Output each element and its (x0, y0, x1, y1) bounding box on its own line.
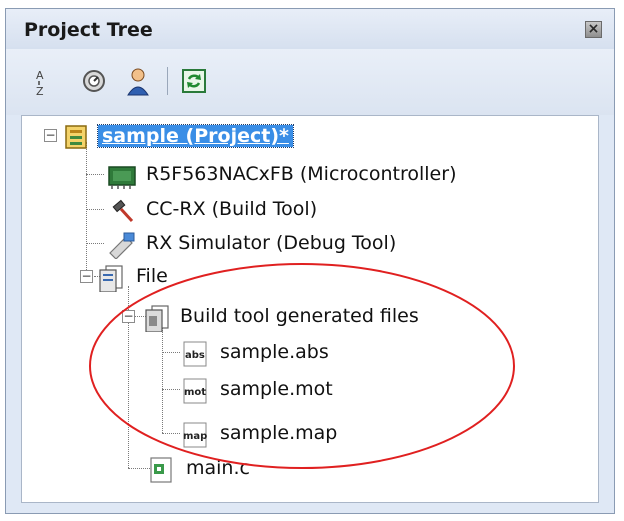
mot-file-icon: mot (183, 378, 207, 404)
tree-node-label: Build tool generated files (180, 305, 419, 327)
tree-node-sample-map[interactable]: map sample.map (180, 419, 400, 449)
map-file-icon: map (183, 422, 207, 448)
project-tree-panel: Project Tree × A Z − − − sample (Project… (5, 8, 615, 514)
file-collapse-toggle[interactable]: − (80, 270, 93, 283)
tree-node-label: File (136, 265, 168, 287)
tree-node-sample-abs[interactable]: abs sample.abs (180, 338, 400, 368)
panel-title: Project Tree (24, 19, 153, 41)
user-button[interactable] (122, 65, 154, 97)
project-icon (65, 125, 87, 149)
tree-connector (86, 243, 104, 244)
tree-node-sample-mot[interactable]: mot sample.mot (180, 375, 400, 405)
tree-connector (162, 433, 180, 434)
tree-connector (162, 389, 180, 390)
tree-node-build-tool[interactable]: CC-RX (Build Tool) (106, 195, 406, 225)
tree-node-label: sample.map (220, 422, 338, 444)
close-button[interactable]: × (585, 21, 602, 38)
mot-icon-text: mot (184, 387, 206, 398)
refresh-icon (182, 69, 206, 93)
project-collapse-toggle[interactable]: − (44, 129, 57, 142)
panel-titlebar: Project Tree × (6, 9, 614, 49)
hammer-icon (112, 199, 134, 223)
tree-node-label: sample.abs (220, 341, 329, 363)
tree-node-main-c[interactable]: main.c (146, 454, 326, 484)
tree-node-generated-files[interactable]: Build tool generated files (140, 302, 500, 332)
abs-icon-text: abs (185, 350, 205, 361)
refresh-button[interactable] (178, 65, 210, 97)
map-icon-text: map (183, 431, 207, 442)
tree-node-project[interactable]: sample (Project)* (62, 122, 382, 152)
tree-connector (162, 328, 163, 433)
property-icon (83, 70, 105, 92)
tree-node-label: RX Simulator (Debug Tool) (146, 232, 397, 254)
abs-file-icon: abs (183, 341, 207, 367)
user-icon (127, 68, 149, 96)
sort-icon: A Z (36, 69, 44, 98)
debug-tool-icon (109, 232, 135, 259)
svg-text:A: A (36, 69, 44, 82)
sort-button[interactable]: A Z (26, 65, 58, 98)
toolbar-separator (167, 67, 168, 95)
tree-connector (86, 174, 104, 175)
tree-node-label: CC-RX (Build Tool) (146, 198, 318, 220)
tree-connector (162, 352, 180, 353)
tree-connector (86, 209, 104, 210)
file-folder-icon (99, 265, 123, 292)
tree-node-label: sample (Project)* (97, 124, 294, 148)
tree-node-label: main.c (186, 457, 250, 479)
tree-node-label: R5F563NACxFB (Microcontroller) (146, 163, 457, 185)
c-source-file-icon (150, 457, 172, 483)
property-button[interactable] (78, 65, 110, 97)
svg-text:Z: Z (36, 85, 44, 97)
generated-collapse-toggle[interactable]: − (122, 310, 135, 323)
toolbar: A Z (6, 49, 614, 115)
tree-node-debug-tool[interactable]: RX Simulator (Debug Tool) (106, 229, 466, 259)
generated-files-icon (145, 305, 169, 332)
tree-node-microcontroller[interactable]: R5F563NACxFB (Microcontroller) (106, 160, 546, 190)
project-tree[interactable]: − − − sample (Project)* R5F563NACxFB (Mi… (21, 115, 599, 503)
tree-node-file[interactable]: File (96, 262, 236, 292)
microcontroller-icon (108, 166, 136, 189)
tree-node-label: sample.mot (220, 378, 333, 400)
